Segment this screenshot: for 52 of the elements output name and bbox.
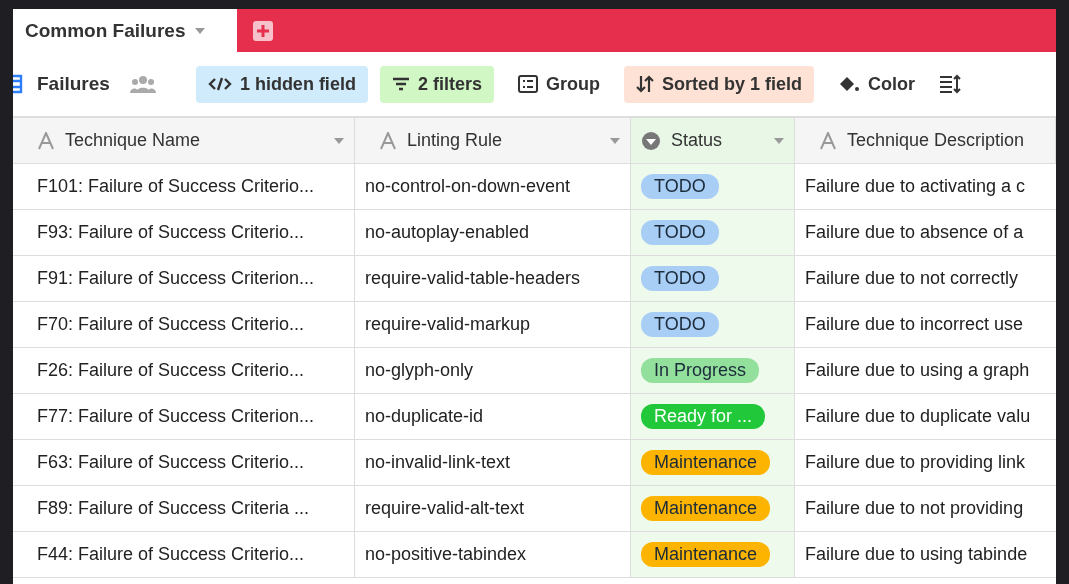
column-header[interactable]: Status	[631, 118, 795, 163]
status-tag: TODO	[641, 266, 719, 291]
filter-icon	[391, 77, 410, 91]
caret-icon[interactable]	[334, 137, 344, 144]
people-icon[interactable]	[129, 74, 156, 94]
hidden-button[interactable]: 1 hidden field	[195, 65, 368, 103]
table-cell: F70: Failure of Success Criterio...	[13, 302, 355, 347]
status-tag: In Progress	[641, 358, 760, 383]
table-cell-text: Failure due to absence of a	[804, 221, 1025, 244]
table-cell: F91: Failure of Success Criterion...	[13, 256, 355, 301]
status-tag: Maintenance	[641, 450, 771, 475]
text-field-icon	[37, 131, 55, 150]
table-cell-text: Failure due to duplicate valu	[804, 405, 1032, 428]
table-cell: F101: Failure of Success Criterio...	[13, 164, 355, 209]
text-field-icon	[379, 131, 397, 150]
view-name[interactable]: Failures	[37, 73, 110, 95]
sort-icon	[635, 75, 654, 93]
add-icon[interactable]	[253, 20, 273, 41]
table-cell-text: Failure due to providing link	[804, 451, 1027, 474]
row-height-icon[interactable]	[938, 74, 961, 94]
status-tag: Maintenance	[641, 542, 771, 567]
caret-icon[interactable]	[610, 137, 620, 144]
color-button[interactable]: Color	[825, 65, 927, 103]
group-button[interactable]: Group	[505, 65, 612, 103]
table-cell-text: Failure due to using a graph	[804, 359, 1031, 382]
status-tag: TODO	[641, 312, 719, 337]
list-icon[interactable]	[13, 74, 23, 94]
table-cell: F63: Failure of Success Criterio...	[13, 440, 355, 485]
text-field-icon	[819, 131, 837, 150]
table-cell-text: Failure due to not providing	[804, 497, 1025, 520]
select-field-icon	[641, 130, 661, 151]
group-icon	[517, 75, 538, 93]
table-cell: F44: Failure of Success Criterio...	[13, 532, 355, 577]
status-tag: Ready for ...	[641, 404, 766, 429]
sort-button[interactable]: Sorted by 1 field	[623, 65, 814, 103]
hidden-field-icon	[207, 76, 232, 92]
table-cell-text: Failure due to using tabinde	[804, 543, 1029, 566]
status-tag: TODO	[641, 220, 719, 245]
status-tag: Maintenance	[641, 496, 771, 521]
table-cell-text: Failure due to incorrect use	[804, 313, 1025, 336]
column-header[interactable]: Technique Description	[795, 118, 1056, 163]
table-cell: F77: Failure of Success Criterion...	[13, 394, 355, 439]
status-tag: TODO	[641, 174, 719, 199]
table-cell: F93: Failure of Success Criterio...	[13, 210, 355, 255]
table-cell: F89: Failure of Success Criteria ...	[13, 486, 355, 531]
table-tab[interactable]: Common Failures	[13, 9, 237, 52]
column-header[interactable]: Technique Name	[13, 118, 355, 163]
table-cell-text: Failure due to not correctly	[804, 267, 1020, 290]
table-cell-text: Failure due to activating a c	[804, 175, 1027, 198]
filter-button[interactable]: 2 filters	[379, 65, 494, 103]
caret-icon[interactable]	[774, 137, 784, 144]
table-cell: F26: Failure of Success Criterio...	[13, 348, 355, 393]
